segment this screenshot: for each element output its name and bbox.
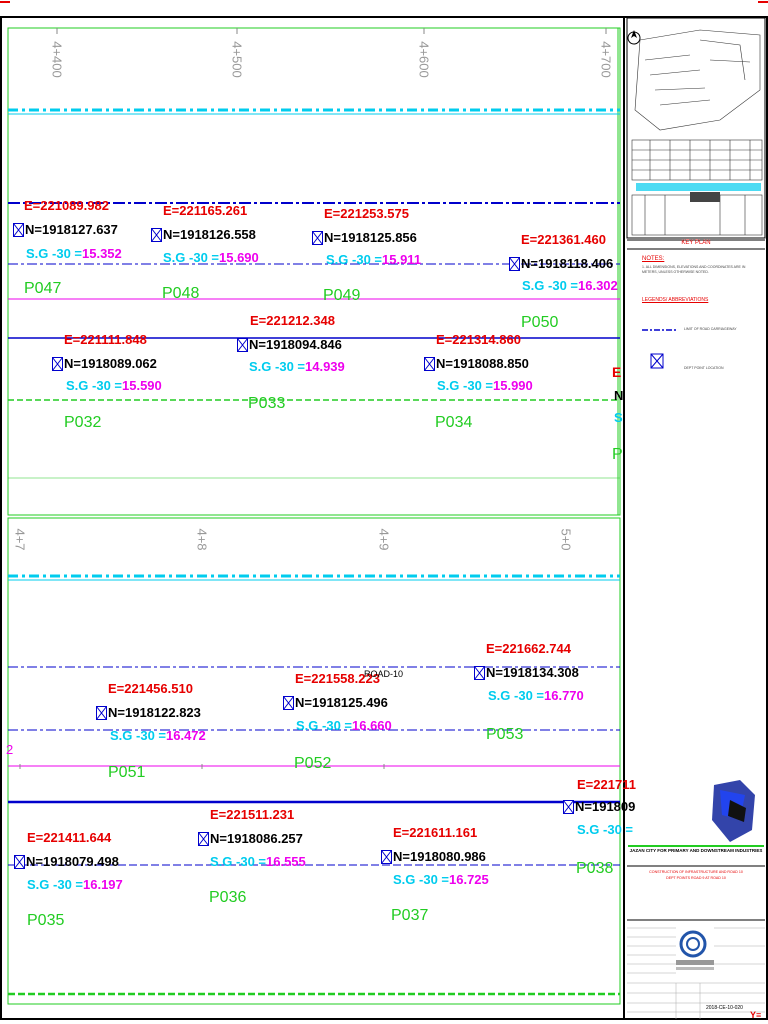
northing-label: N=1918122.823 (108, 705, 201, 720)
easting-label: E=221511.231 (210, 807, 295, 822)
key-plan-title: KEY PLAN (681, 240, 711, 246)
point-marker-icon (96, 706, 107, 720)
point-id-label: P034 (435, 414, 473, 431)
ground-level-label: S.G -30 =16.725 (393, 872, 489, 887)
point-id-label: P037 (391, 907, 429, 924)
easting-label: E=221361.460 (521, 232, 606, 247)
easting-label: E=221212.348 (250, 313, 335, 328)
limit-of-road-label: LIMIT OF ROAD CARRIAGEWAY (684, 327, 737, 331)
ground-level-label: S.G -30 =16.472 (110, 728, 206, 743)
point-id-label: P048 (162, 285, 200, 302)
easting-label: E=221662.744 (486, 641, 571, 656)
point-id-label: P035 (27, 912, 65, 929)
point-marker-icon (381, 850, 392, 864)
northing-label: N=1918127.637 (25, 222, 118, 237)
consultant-logo-icon (679, 930, 707, 958)
point-marker-icon (509, 257, 520, 271)
chainage-label: 4+7 (12, 528, 28, 551)
northing-label: N=1918079.498 (26, 854, 119, 869)
notes-text: 1. ALL DIMENSIONS, ELEVATIONS AND COORDI… (642, 265, 746, 274)
point-marker-icon (13, 223, 24, 237)
partial-e-label: E (612, 364, 622, 380)
point-id-label: P049 (323, 287, 361, 304)
easting-label: E=221165.261 (163, 203, 248, 218)
point-id-label: P047 (24, 280, 62, 297)
chainage-label: 4+400 (49, 41, 65, 78)
point-id-label: P038 (576, 860, 614, 877)
northing-label: N=1918125.856 (324, 230, 417, 245)
northing-label: N=1918086.257 (210, 831, 303, 846)
northing-label: N=191809 (575, 799, 636, 814)
northing-label: N=1918125.496 (295, 695, 388, 710)
point-id-label: P052 (294, 755, 332, 772)
point-marker-icon (52, 357, 63, 371)
easting-label: E=221411.644 (27, 830, 112, 845)
ground-level-label: S.G -30 =16.197 (27, 877, 123, 892)
point-id-label: P051 (108, 764, 146, 781)
point-marker-icon (563, 800, 574, 814)
ground-level-label: S.G -30 =16.770 (488, 688, 584, 703)
point-location-label: DEPT POINT LOCATION (684, 366, 724, 370)
northing-label: N=1918088.850 (436, 356, 529, 371)
ground-level-label: S.G -30 =15.690 (163, 250, 259, 265)
point-marker-icon (198, 832, 209, 846)
partial-left-label: 2 (6, 742, 14, 757)
northing-label: N=1918134.308 (486, 665, 579, 680)
footer-mark: Y≡ (750, 1010, 762, 1020)
ground-level-label: S.G -30 = (577, 822, 633, 837)
ground-level-label: S.G -30 =14.939 (249, 359, 345, 374)
chainage-label: 5+0 (558, 528, 574, 551)
northing-label: N=1918089.062 (64, 356, 157, 371)
northing-label: N=1918080.986 (393, 849, 486, 864)
easting-label: E=221314.860 (436, 332, 521, 347)
key-plan-map (626, 17, 766, 239)
point-id-label: P036 (209, 889, 247, 906)
ground-level-label: S.G -30 =16.302 (522, 278, 618, 293)
ground-level-label: S.G -30 =16.660 (296, 718, 392, 733)
top-panel (7, 27, 621, 516)
drawing-number: 2018-CE-10-020 (706, 1005, 743, 1011)
chainage-label: 4+8 (194, 528, 210, 551)
point-marker-icon (237, 338, 248, 352)
point-marker-icon (474, 666, 485, 680)
point-id-label: P033 (248, 395, 286, 412)
legend-title: LEGENDS/ ABBREVIATIONS (642, 297, 709, 303)
easting-label: E=221253.575 (324, 206, 409, 221)
point-marker-icon (151, 228, 162, 242)
ground-level-label: S.G -30 =15.590 (66, 378, 162, 393)
point-marker-icon (424, 357, 435, 371)
easting-label: E=221089.982 (24, 198, 109, 213)
ground-level-label: S.G -30 =15.990 (437, 378, 533, 393)
chainage-label: 4+9 (376, 528, 392, 551)
easting-label: E=221611.161 (393, 825, 478, 840)
notes-title: NOTES: (642, 256, 665, 262)
authority-name: JAZAN CITY FOR PRIMARY AND DOWNSTREAM IN… (629, 848, 763, 853)
chainage-label: 4+600 (416, 41, 432, 78)
northing-label: N=1918126.558 (163, 227, 256, 242)
partial-p-label: P (612, 446, 623, 463)
chainage-label: 4+500 (229, 41, 245, 78)
chainage-label: 4+700 (598, 41, 614, 78)
point-marker-icon (14, 855, 25, 869)
point-id-label: P050 (521, 314, 559, 331)
northing-label: N=1918094.846 (249, 337, 342, 352)
ground-level-label: S.G -30 =15.352 (26, 246, 122, 261)
project-title: CONSTRUCTION OF INFRASTRUCTURE AND ROAD … (649, 870, 743, 874)
point-marker-icon (312, 231, 323, 245)
road-label: ROAD-10 (364, 669, 404, 679)
point-marker-icon (283, 696, 294, 710)
easting-label: E=221456.510 (108, 681, 193, 696)
northing-label: N=1918118.406 (521, 256, 614, 271)
point-id-label: P053 (486, 726, 524, 743)
ground-level-label: S.G -30 =15.911 (326, 252, 422, 267)
drawing-subtitle: DEPT POINTS ROAD 9 AT ROAD 10 (666, 876, 726, 880)
easting-label: E=221111.848 (64, 332, 147, 347)
point-id-label: P032 (64, 414, 102, 431)
ground-level-label: S.G -30 =16.555 (210, 854, 306, 869)
title-block (626, 17, 766, 1019)
partial-n-label: N (614, 388, 624, 403)
partial-sg-label: S (614, 410, 623, 425)
easting-label: E=221711 (577, 777, 636, 792)
